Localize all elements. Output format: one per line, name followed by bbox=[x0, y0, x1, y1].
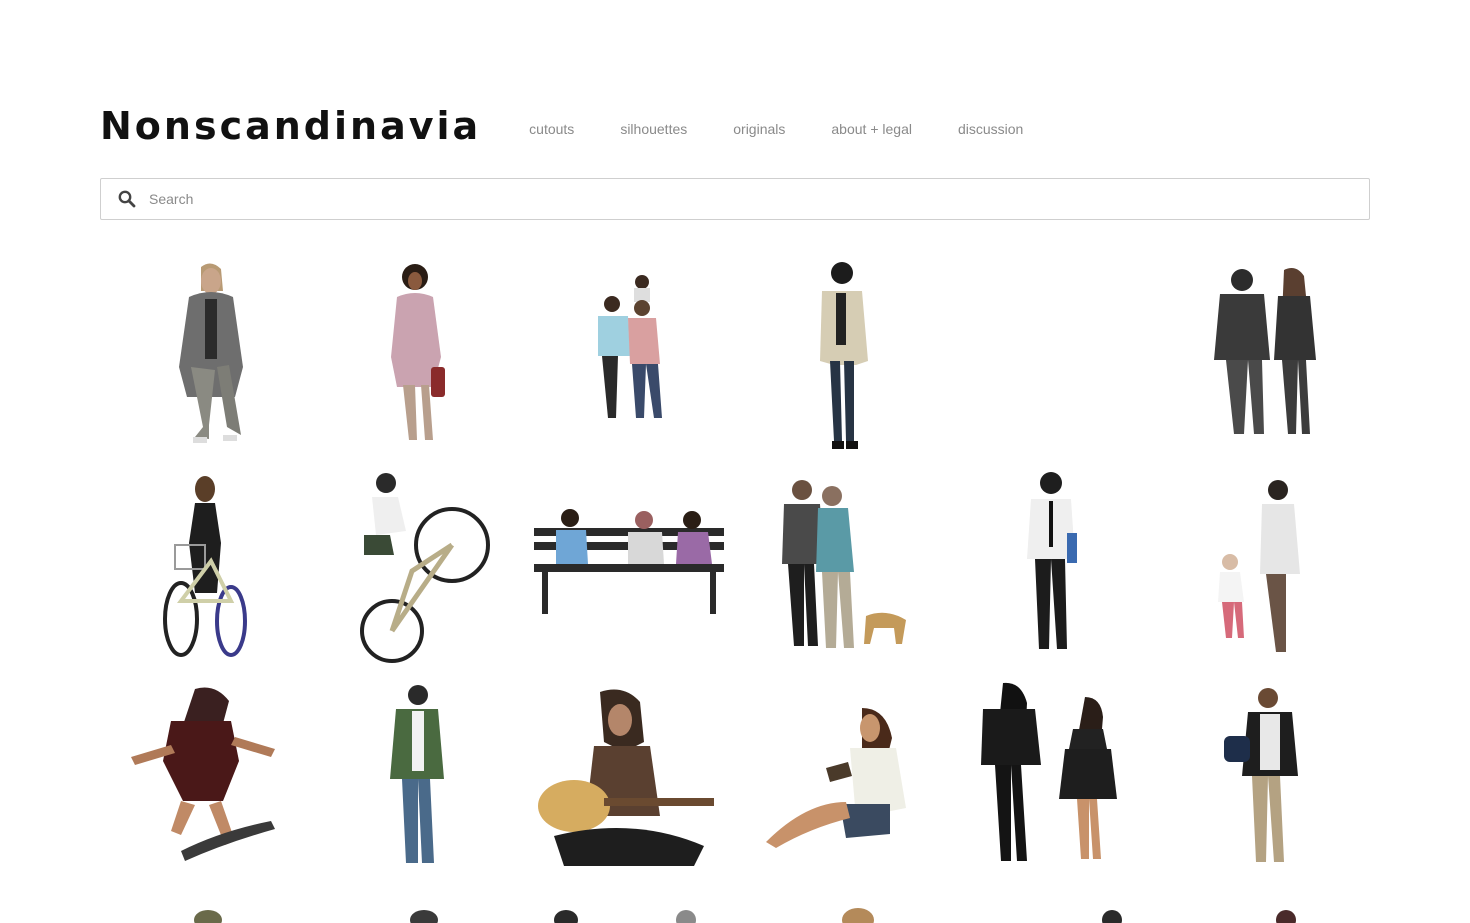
page: Nonscandinavia cutouts silhouettes origi… bbox=[0, 0, 1470, 923]
cutout-image bbox=[534, 509, 725, 614]
grid-item-woman-guitar[interactable] bbox=[523, 672, 735, 884]
cutout-image bbox=[538, 689, 715, 866]
grid-item-man-bike-wheelie[interactable] bbox=[312, 460, 524, 672]
cutout-image bbox=[1218, 480, 1301, 652]
cutout-partial bbox=[554, 910, 578, 923]
grid-item-skateboarder[interactable] bbox=[100, 672, 312, 884]
cutout-grid bbox=[100, 248, 1370, 884]
cutout-image bbox=[598, 275, 663, 418]
main-nav: cutouts silhouettes originals about + le… bbox=[529, 115, 1069, 137]
grid-item-empty bbox=[947, 248, 1159, 460]
site-logo[interactable]: Nonscandinavia bbox=[100, 104, 481, 148]
cutout-image bbox=[130, 687, 275, 861]
search-icon[interactable] bbox=[117, 189, 137, 209]
cutout-image bbox=[781, 480, 906, 648]
nav-discussion[interactable]: discussion bbox=[958, 121, 1023, 137]
cutout-partial bbox=[194, 910, 222, 923]
grid-item-men-walking-dog[interactable] bbox=[735, 460, 947, 672]
cutout-image bbox=[981, 682, 1118, 861]
grid-row-partial bbox=[100, 898, 1370, 923]
search-input[interactable] bbox=[147, 190, 1331, 208]
nav-originals[interactable]: originals bbox=[733, 121, 785, 137]
cutout-image bbox=[765, 708, 906, 848]
cutout-image bbox=[390, 684, 445, 863]
cutout-image bbox=[819, 261, 868, 449]
cutout-partial bbox=[676, 910, 696, 923]
grid-item-man-duffel-bag[interactable] bbox=[1158, 672, 1370, 884]
site-header: Nonscandinavia cutouts silhouettes origi… bbox=[100, 100, 1069, 152]
grid-item-man-shirt-tie[interactable] bbox=[947, 460, 1159, 672]
cutout-partial bbox=[1276, 910, 1296, 923]
grid-item-two-women-black[interactable] bbox=[947, 672, 1159, 884]
grid-item-long-haired-man[interactable] bbox=[100, 248, 312, 460]
grid-item-family-child-shoulders[interactable] bbox=[523, 248, 735, 460]
grid-item-man-camo-jacket[interactable] bbox=[312, 672, 524, 884]
nav-about-legal[interactable]: about + legal bbox=[831, 121, 912, 137]
cutout-image bbox=[391, 263, 446, 440]
cutout-image bbox=[1214, 268, 1317, 434]
cutout-image bbox=[360, 472, 491, 663]
nav-cutouts[interactable]: cutouts bbox=[529, 121, 574, 137]
cutout-image bbox=[1224, 687, 1299, 862]
nav-silhouettes[interactable]: silhouettes bbox=[620, 121, 687, 137]
grid-item-woman-on-bicycle[interactable] bbox=[100, 460, 312, 672]
cutout-partial bbox=[842, 908, 874, 923]
search-bar[interactable] bbox=[100, 178, 1370, 220]
grid-item-man-with-toddler[interactable] bbox=[1158, 460, 1370, 672]
grid-item-couple-from-behind[interactable] bbox=[1158, 248, 1370, 460]
grid-item-woman-sitting-reading[interactable] bbox=[735, 672, 947, 884]
grid-item-woman-pink-coat[interactable] bbox=[312, 248, 524, 460]
grid-item-people-on-bench[interactable] bbox=[523, 460, 735, 672]
grid-item-man-beige-jacket[interactable] bbox=[735, 248, 947, 460]
cutout-partial bbox=[410, 910, 438, 923]
cutout-image bbox=[162, 476, 247, 657]
cutout-partial bbox=[1102, 910, 1122, 923]
cutout-image bbox=[178, 262, 243, 443]
cutout-image bbox=[1027, 471, 1078, 649]
